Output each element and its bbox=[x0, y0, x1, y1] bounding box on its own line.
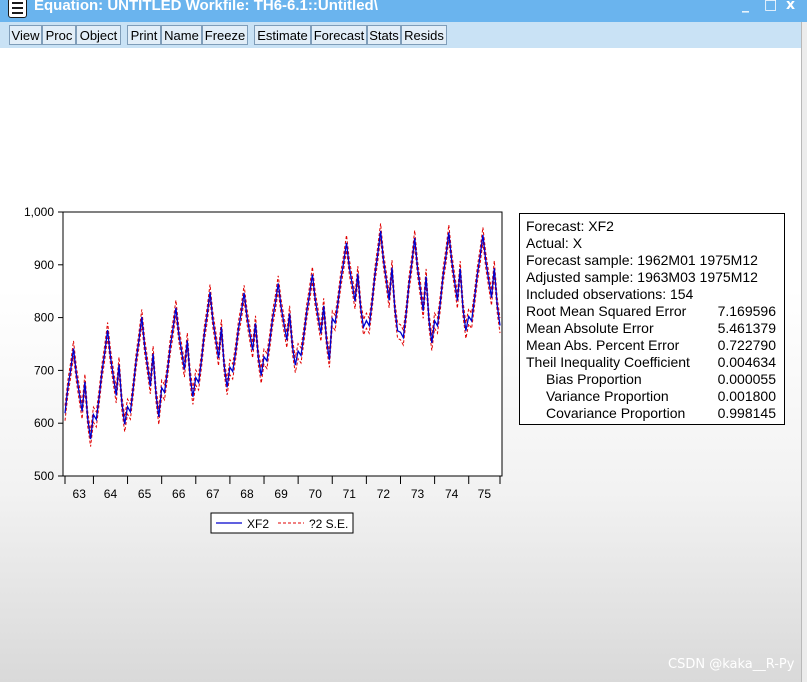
x-tick-label: 70 bbox=[309, 487, 323, 501]
stat-row-theil: Theil Inequality Coefficient 0.004634 bbox=[526, 354, 776, 370]
forecast-button[interactable]: Forecast bbox=[311, 25, 367, 45]
chart-legend: XF2 ?2 S.E. bbox=[210, 512, 354, 534]
forecast-chart: 500 600 700 800 900 1,000 63 64 65 66 67 68 69 70 71 7… bbox=[24, 205, 503, 534]
legend-se-label: ?2 S.E. bbox=[309, 517, 348, 531]
x-tick-label: 72 bbox=[377, 487, 391, 501]
equation-toolbar: View Proc Object Print Name Freeze Estim… bbox=[0, 22, 802, 48]
y-tick-label: 900 bbox=[34, 258, 54, 272]
x-tick-label: 63 bbox=[73, 487, 87, 501]
x-tick-label: 65 bbox=[138, 487, 152, 501]
x-tick-label: 71 bbox=[343, 487, 357, 501]
view-button[interactable]: View bbox=[9, 25, 42, 45]
stat-row-covariance-proportion: Covariance Proportion 0.998145 bbox=[546, 405, 776, 421]
forecast-series-label: Forecast: XF2 bbox=[526, 218, 614, 234]
resids-button[interactable]: Resids bbox=[401, 25, 447, 45]
object-button[interactable]: Object bbox=[76, 25, 121, 45]
included-observations-label: Included observations: 154 bbox=[526, 286, 694, 302]
vertical-scrollbar[interactable] bbox=[801, 22, 807, 682]
stat-row-mae: Mean Absolute Error 5.461379 bbox=[526, 320, 776, 336]
name-button[interactable]: Name bbox=[161, 25, 202, 45]
forecast-evaluation-table: Forecast: XF2 Actual: X Forecast sample:… bbox=[519, 213, 785, 425]
x-tick-label: 74 bbox=[445, 487, 459, 501]
y-tick-label: 800 bbox=[34, 311, 54, 325]
window-title: Equation: UNTITLED Workfile: TH6-6.1::Un… bbox=[34, 0, 378, 14]
estimate-button[interactable]: Estimate bbox=[254, 25, 311, 45]
y-tick-label: 700 bbox=[34, 363, 54, 377]
x-tick-label: 64 bbox=[104, 487, 118, 501]
restore-icon[interactable]: □ bbox=[764, 0, 777, 13]
watermark: CSDN @kaka__R-Py bbox=[668, 657, 795, 672]
stat-row-variance-proportion: Variance Proportion 0.001800 bbox=[546, 388, 776, 404]
stat-row-rmse: Root Mean Squared Error 7.169596 bbox=[526, 303, 776, 319]
x-tick-label: 67 bbox=[206, 487, 220, 501]
print-button[interactable]: Print bbox=[127, 25, 161, 45]
forecast-sample-label: Forecast sample: 1962M01 1975M12 bbox=[526, 252, 758, 268]
window-menu-icon[interactable] bbox=[8, 0, 27, 18]
title-bar[interactable]: Equation: UNTITLED Workfile: TH6-6.1::Un… bbox=[0, 0, 807, 22]
minimize-icon[interactable]: _ bbox=[742, 0, 749, 13]
y-tick-label: 600 bbox=[34, 416, 54, 430]
proc-button[interactable]: Proc bbox=[42, 25, 76, 45]
x-tick-label: 66 bbox=[172, 487, 186, 501]
x-tick-label: 75 bbox=[478, 487, 492, 501]
legend-xf2-label: XF2 bbox=[247, 517, 269, 531]
x-tick-label: 73 bbox=[411, 487, 425, 501]
plot-area bbox=[62, 211, 503, 477]
x-tick-label: 69 bbox=[274, 487, 288, 501]
freeze-button[interactable]: Freeze bbox=[202, 25, 248, 45]
x-axis: 63 64 65 66 67 68 69 70 71 72 73 74 75 bbox=[64, 476, 501, 501]
y-tick-label: 500 bbox=[34, 469, 54, 483]
y-tick-label: 1,000 bbox=[24, 205, 54, 219]
adjusted-sample-label: Adjusted sample: 1963M03 1975M12 bbox=[526, 269, 758, 285]
stats-button[interactable]: Stats bbox=[367, 25, 401, 45]
close-icon[interactable]: x bbox=[786, 0, 795, 13]
stat-row-mape: Mean Abs. Percent Error 0.722790 bbox=[526, 337, 776, 353]
actual-series-label: Actual: X bbox=[526, 235, 583, 251]
y-axis: 500 600 700 800 900 1,000 bbox=[24, 205, 63, 483]
stat-row-bias-proportion: Bias Proportion 0.000055 bbox=[546, 371, 776, 387]
eviews-equation-window: Equation: UNTITLED Workfile: TH6-6.1::Un… bbox=[0, 0, 807, 682]
x-tick-label: 68 bbox=[240, 487, 254, 501]
